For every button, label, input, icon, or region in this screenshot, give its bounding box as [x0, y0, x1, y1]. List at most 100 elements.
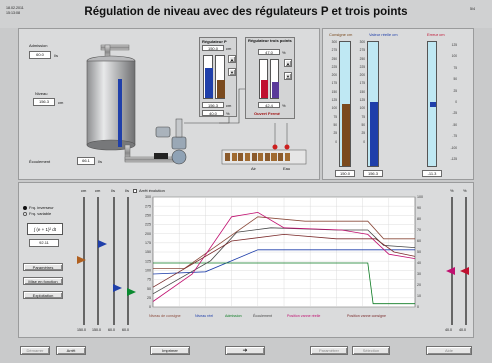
trend-y-tick: 225	[145, 223, 151, 227]
page-indicator: 5/4	[470, 7, 475, 11]
valeur-scale-tick: 275	[359, 48, 365, 53]
valeur-scale-tick: 175	[359, 81, 365, 86]
consigne-scale-tick: 275	[331, 48, 337, 53]
valve-label-air: Air	[251, 166, 256, 171]
valve-position-strip	[225, 153, 303, 161]
valeur-scale-tick: 75	[361, 114, 365, 119]
bargraph-middle-scale: 300 275 250 225 200 175 150 125 100 75 50 25 0	[353, 38, 365, 146]
valeur-scale-tick: 50	[361, 122, 365, 127]
right-slider-handle-1	[446, 267, 455, 275]
arrow-right-icon: ➜	[242, 348, 248, 354]
trend-y-tick: 100	[145, 269, 151, 273]
radio-unchecked-icon	[23, 211, 27, 216]
regulator-3pt-output: 42.4	[258, 102, 280, 108]
regulator-p-setpoint: 150.0	[202, 45, 224, 51]
erreur-readout: -11.3	[422, 170, 442, 177]
trend-y-tick: 150	[145, 250, 151, 254]
slider-3-value: 60.0	[108, 328, 115, 332]
bargraph-left-scale: 300 275 250 225 200 175 150 125 100 75 50 25 0	[325, 38, 337, 146]
option-group: Frq. inverseur Frq. variable	[23, 205, 54, 216]
trend-y-tick: 50	[147, 287, 151, 291]
trend-y2-tick: 20	[417, 283, 421, 287]
consigne-scale-tick: 75	[333, 114, 337, 119]
regulator-p-level-gauge	[203, 55, 213, 99]
mise-en-fonction-button[interactable]: Mise en fonction	[23, 277, 63, 285]
imprimer-button[interactable]: Imprimer	[150, 346, 190, 355]
consigne-scale-tick: 200	[331, 73, 337, 78]
regulator-p-down-button[interactable]: ▼	[228, 68, 236, 76]
erreur-scale-tick: -75	[452, 134, 457, 139]
regulator-p-output: 40.0	[202, 110, 224, 116]
trend-legend-item: Admission	[225, 314, 242, 318]
trend-legend-item: Écoulement	[253, 313, 272, 318]
regulator-3pt-up-button[interactable]: ▲	[284, 59, 292, 67]
regulator-3pt-setpoint-unit: %	[282, 50, 286, 55]
slider-2-value: 150.0	[92, 328, 101, 332]
time-label: 15:13:08	[6, 11, 20, 15]
regulator-3pt-setpoint: 47.0	[258, 49, 280, 55]
slider-handle-3	[113, 284, 122, 292]
arret-evolution-checkbox[interactable]: Arrêt évolution	[133, 188, 165, 193]
erreur-scale-tick: -100	[450, 145, 457, 150]
erreur-title: Erreur cm	[427, 32, 445, 37]
valeur-scale-tick: 200	[359, 73, 365, 78]
radio-checked-icon	[23, 205, 27, 210]
trend-legend-item: Niveau réel	[195, 314, 213, 318]
title-bar: 18.02.2011 15:13:08 Régulation de niveau…	[0, 0, 492, 28]
erreur-scale-tick: 100	[451, 54, 457, 59]
consigne-scale-tick: 50	[333, 122, 337, 127]
process-panel: Admission 60.0 l/s Niveau 156.3 cm Écoul…	[18, 28, 320, 180]
valeur-scale-tick: 300	[359, 40, 365, 44]
tank-level-indicator	[118, 79, 122, 147]
consigne-scale-tick: 225	[331, 64, 337, 69]
demarrer-button[interactable]: Démarrer	[20, 346, 50, 355]
option-frq-variable[interactable]: Frq. variable	[23, 211, 54, 216]
regulator-p-title: Régulateur P	[202, 39, 227, 44]
valeur-reelle-gauge	[367, 41, 379, 167]
erreur-scale-tick: -50	[452, 122, 457, 127]
consigne-readout: 150.0	[335, 170, 355, 177]
erreur-scale-tick: -125	[450, 157, 457, 162]
consigne-scale-tick: 175	[331, 81, 337, 86]
valve-label-eau: Eau	[283, 166, 291, 171]
consigne-scale-tick: 300	[331, 40, 337, 44]
trend-y-tick: 0	[149, 305, 151, 309]
trend-y-tick: 275	[145, 204, 151, 208]
erreur-scale-tick: 50	[453, 77, 457, 82]
right-slider-handles[interactable]	[443, 183, 475, 339]
parametres-button[interactable]: Paramètres	[23, 263, 63, 271]
erreur-scale-tick: -25	[452, 111, 457, 116]
regulator-3pt-state: Ouvert Fermé	[254, 111, 281, 116]
consigne-gauge	[339, 41, 351, 167]
bottom-toolbar: Démarrer Arrêt Imprimer ➜ Paramétrer Sél…	[0, 340, 492, 363]
regulator-3pt-down-button[interactable]: ▼	[284, 72, 292, 80]
exploitation-button[interactable]: Exploitation	[23, 291, 63, 299]
option-frq-inverseur[interactable]: Frq. inverseur	[23, 205, 54, 210]
slider-handle-2	[98, 240, 107, 248]
trend-panel: Frq. inverseur Frq. variable ∫ (e + 1)² …	[18, 182, 474, 338]
consigne-scale-tick: 25	[333, 131, 337, 136]
arret-button[interactable]: Arrêt	[56, 346, 86, 355]
regulator-p-up-button[interactable]: ▲	[228, 55, 236, 63]
trend-chart: 3002752502252001751501251007550250100908…	[145, 195, 423, 318]
checkbox-icon	[133, 188, 137, 193]
regulator-3pt-block: Régulateur trois points 47.0 % ▲ ▼ 42.4 …	[245, 37, 295, 119]
arrow-button[interactable]: ➜	[225, 346, 265, 355]
trend-y2-tick: 0	[417, 305, 419, 309]
regulator-p-actual: 156.3	[202, 102, 224, 108]
slider-4-value: 60.0	[122, 328, 129, 332]
consigne-scale-tick: 250	[331, 56, 337, 61]
trend-y-tick: 175	[145, 241, 151, 245]
bargraph-right-scale: 125 100 75 50 25 0 -25 -50 -75 -100 -125	[439, 40, 457, 165]
erreur-gauge	[427, 41, 437, 167]
bargraph-panel: Consigne cm Valeur réelle cm Erreur cm 3…	[322, 28, 474, 180]
trend-y2-tick: 60	[417, 239, 421, 243]
trend-legend-item: Position vanne réelle	[287, 314, 320, 318]
parametrer-button[interactable]: Paramétrer	[310, 346, 348, 355]
right-slider-handle-2	[460, 267, 469, 275]
aide-button[interactable]: Aide	[426, 346, 472, 355]
trend-y-tick: 200	[145, 232, 151, 236]
valeur-scale-tick: 25	[361, 131, 365, 136]
trend-y2-tick: 80	[417, 217, 421, 221]
selection-button[interactable]: Sélection	[352, 346, 390, 355]
